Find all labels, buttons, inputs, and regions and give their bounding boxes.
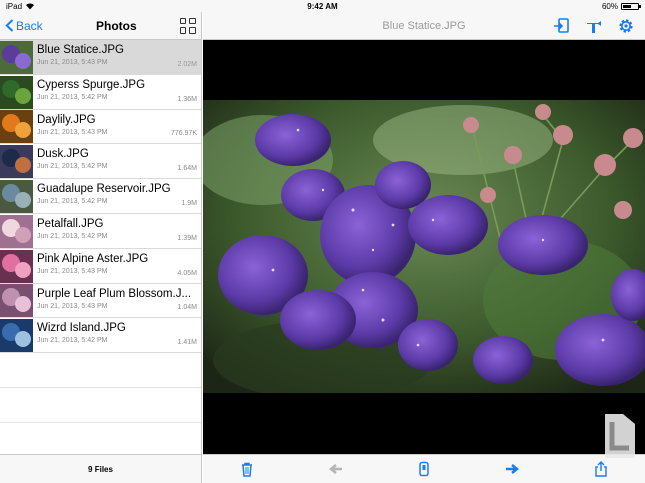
file-date: Jun 21, 2013, 5:42 PM	[37, 337, 108, 345]
watermark-logo	[605, 414, 635, 458]
status-right: 60%	[519, 1, 641, 11]
battery-percent: 60%	[601, 1, 618, 11]
file-row[interactable]: Guadalupe Reservoir.JPG Jun 21, 2013, 5:4…	[0, 179, 201, 214]
file-thumbnail	[0, 249, 33, 283]
file-date: Jun 21, 2013, 5:42 PM	[37, 93, 108, 101]
file-name: Pink Alpine Aster.JPG	[37, 252, 149, 265]
file-row[interactable]: Petalfall.JPG Jun 21, 2013, 5:42 PM 1.39M	[0, 214, 201, 249]
carrier-label: iPad	[6, 1, 23, 11]
file-info: Blue Statice.JPG Jun 21, 2013, 5:43 PM 2.0…	[33, 40, 201, 74]
file-date: Jun 21, 2013, 5:43 PM	[37, 302, 108, 310]
empty-row	[0, 388, 201, 423]
file-info: Daylily.JPG Jun 21, 2013, 5:43 PM 776.97K	[33, 110, 201, 144]
empty-row	[0, 423, 201, 454]
file-thumbnail	[0, 180, 33, 214]
file-row[interactable]: Daylily.JPG Jun 21, 2013, 5:43 PM 776.97K	[0, 110, 201, 145]
file-thumbnail	[0, 110, 33, 144]
file-name: Cyperss Spurge.JPG	[37, 78, 146, 91]
wifi-icon	[26, 3, 35, 10]
file-size: 776.97K	[170, 130, 197, 138]
file-info: Dusk.JPG Jun 21, 2013, 5:42 PM 1.64M	[33, 144, 201, 178]
file-list: Blue Statice.JPG Jun 21, 2013, 5:43 PM 2.0…	[0, 40, 201, 454]
viewer-toolbar	[203, 454, 645, 483]
file-size: 4.05M	[177, 269, 197, 277]
file-info: Cyperss Spurge.JPG Jun 21, 2013, 5:42 PM 1…	[33, 75, 201, 109]
file-name: Daylily.JPG	[37, 113, 96, 126]
file-thumbnail	[0, 319, 33, 353]
back-button[interactable]: Back	[5, 19, 43, 33]
export-to-app-icon[interactable]	[553, 17, 571, 35]
battery-icon	[620, 2, 641, 10]
share-icon[interactable]	[593, 461, 609, 477]
grid-cell-icon	[189, 27, 196, 34]
back-button-label: Back	[16, 18, 43, 33]
file-thumbnail	[0, 284, 33, 318]
file-size: 1.41M	[177, 339, 197, 347]
file-info: Guadalupe Reservoir.JPG Jun 21, 2013, 5:4…	[33, 179, 201, 213]
file-browser-navbar: Back Photos	[0, 12, 201, 40]
status-bar: iPad 9:42 AM 60%	[0, 0, 645, 12]
file-info: Wizrd Island.JPG Jun 21, 2013, 5:42 PM 1.4…	[33, 318, 201, 352]
settings-gear-icon[interactable]	[617, 17, 635, 35]
file-row[interactable]: Wizrd Island.JPG Jun 21, 2013, 5:42 PM 1.4…	[0, 318, 201, 354]
file-name: Purple Leaf Plum Blossom.J...	[37, 287, 192, 300]
slideshow-icon[interactable]	[416, 461, 432, 477]
viewer-nav-icons	[553, 17, 635, 35]
file-size: 1.36M	[177, 95, 197, 103]
page-title: Photos	[96, 18, 137, 33]
file-thumbnail	[0, 40, 33, 74]
flower-photo	[203, 100, 645, 393]
file-size: 1.9M	[181, 199, 197, 207]
file-size: 1.64M	[177, 165, 197, 173]
file-date: Jun 21, 2013, 5:42 PM	[37, 232, 108, 240]
file-row[interactable]: Dusk.JPG Jun 21, 2013, 5:42 PM 1.64M	[0, 144, 201, 180]
file-thumbnail	[0, 214, 33, 248]
file-row[interactable]: Purple Leaf Plum Blossom.J... Jun 21, 201…	[0, 284, 201, 319]
status-time: 9:42 AM	[307, 1, 338, 11]
next-arrow-icon[interactable]	[504, 461, 520, 477]
file-count: 9 Files	[0, 454, 201, 483]
file-date: Jun 21, 2013, 5:42 PM	[37, 163, 108, 171]
empty-row	[0, 353, 201, 388]
grid-cell-icon	[179, 27, 187, 34]
file-name: Dusk.JPG	[37, 148, 89, 161]
file-name: Petalfall.JPG	[37, 217, 104, 230]
file-size: 1.04M	[177, 304, 197, 312]
chevron-left-icon	[5, 19, 14, 32]
file-info: Purple Leaf Plum Blossom.J... Jun 21, 201…	[33, 284, 201, 318]
file-info: Petalfall.JPG Jun 21, 2013, 5:42 PM 1.39M	[33, 214, 201, 248]
file-size: 1.39M	[177, 234, 197, 242]
grid-cell-icon	[179, 17, 187, 24]
file-date: Jun 21, 2013, 5:42 PM	[37, 198, 108, 206]
file-size: 2.02M	[177, 60, 197, 68]
trash-icon[interactable]	[239, 461, 255, 477]
file-thumbnail	[0, 145, 33, 179]
image-viewer-panel: Blue Statice.JPG	[203, 12, 645, 483]
open-with-icon[interactable]	[585, 17, 603, 35]
file-row[interactable]: Pink Alpine Aster.JPG Jun 21, 2013, 5:43 …	[0, 249, 201, 284]
file-name: Guadalupe Reservoir.JPG	[37, 183, 171, 196]
previous-arrow-icon[interactable]	[328, 461, 344, 477]
file-date: Jun 21, 2013, 5:43 PM	[37, 59, 108, 66]
file-name: Wizrd Island.JPG	[37, 322, 126, 335]
file-row[interactable]: Cyperss Spurge.JPG Jun 21, 2013, 5:42 PM 1…	[0, 75, 201, 110]
status-left: iPad	[6, 2, 126, 11]
photo-display[interactable]	[203, 100, 645, 393]
file-date: Jun 21, 2013, 5:43 PM	[37, 267, 108, 275]
grid-cell-icon	[189, 17, 196, 24]
file-browser-panel: Back Photos Blue Statice.JPG Jun 21, 2013…	[0, 12, 202, 483]
file-info: Pink Alpine Aster.JPG Jun 21, 2013, 5:43 …	[33, 249, 201, 283]
file-name: Blue Statice.JPG	[37, 44, 124, 56]
file-row[interactable]: Blue Statice.JPG Jun 21, 2013, 5:43 PM 2.0…	[0, 40, 201, 75]
file-thumbnail	[0, 75, 33, 109]
viewer-navbar: Blue Statice.JPG	[203, 12, 645, 40]
grid-view-button[interactable]	[179, 17, 196, 34]
